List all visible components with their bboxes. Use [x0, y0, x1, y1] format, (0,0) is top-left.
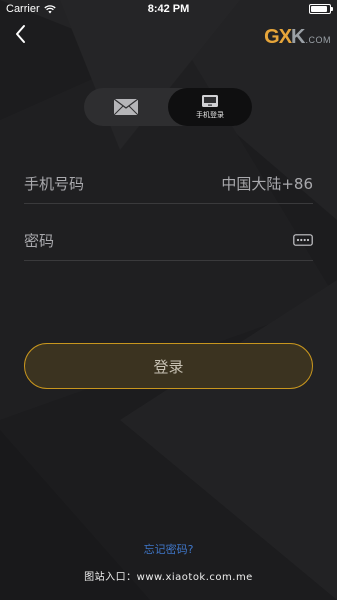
phone-icon	[202, 95, 218, 107]
tab-phone-login[interactable]: 手机登录	[168, 88, 252, 126]
logo-mark-right: K	[291, 26, 305, 48]
login-method-toggle: 手机登录	[84, 88, 252, 126]
back-arrow-icon[interactable]	[10, 22, 32, 46]
clock: 8:42 PM	[147, 3, 190, 15]
tab-email-login[interactable]	[84, 88, 168, 126]
watermark-text: 图站入口：www.xiaotok.com.me	[84, 572, 253, 583]
forgot-password-link[interactable]: 忘记密码?	[0, 541, 337, 557]
tab-phone-label: 手机登录	[196, 111, 224, 119]
password-placeholder: 密码	[24, 231, 55, 250]
logo-domain: .COM	[305, 35, 331, 45]
brand-logo: GXK .COM	[264, 26, 331, 48]
mail-icon	[113, 98, 139, 116]
country-code-selector[interactable]: 中国大陆+86	[221, 173, 313, 194]
status-bar: Carrier 8:42 PM	[0, 0, 337, 18]
battery-level	[311, 6, 327, 12]
password-field[interactable]: 密码	[24, 220, 313, 261]
keyboard-icon[interactable]	[293, 234, 313, 246]
logo-mark-left: GX	[264, 26, 292, 48]
login-button[interactable]: 登录	[24, 343, 313, 389]
phone-number-field[interactable]: 手机号码 中国大陆+86	[24, 163, 313, 204]
battery-icon	[309, 4, 333, 14]
logo-mark: GXK	[264, 26, 305, 48]
phone-number-placeholder: 手机号码	[24, 174, 85, 193]
